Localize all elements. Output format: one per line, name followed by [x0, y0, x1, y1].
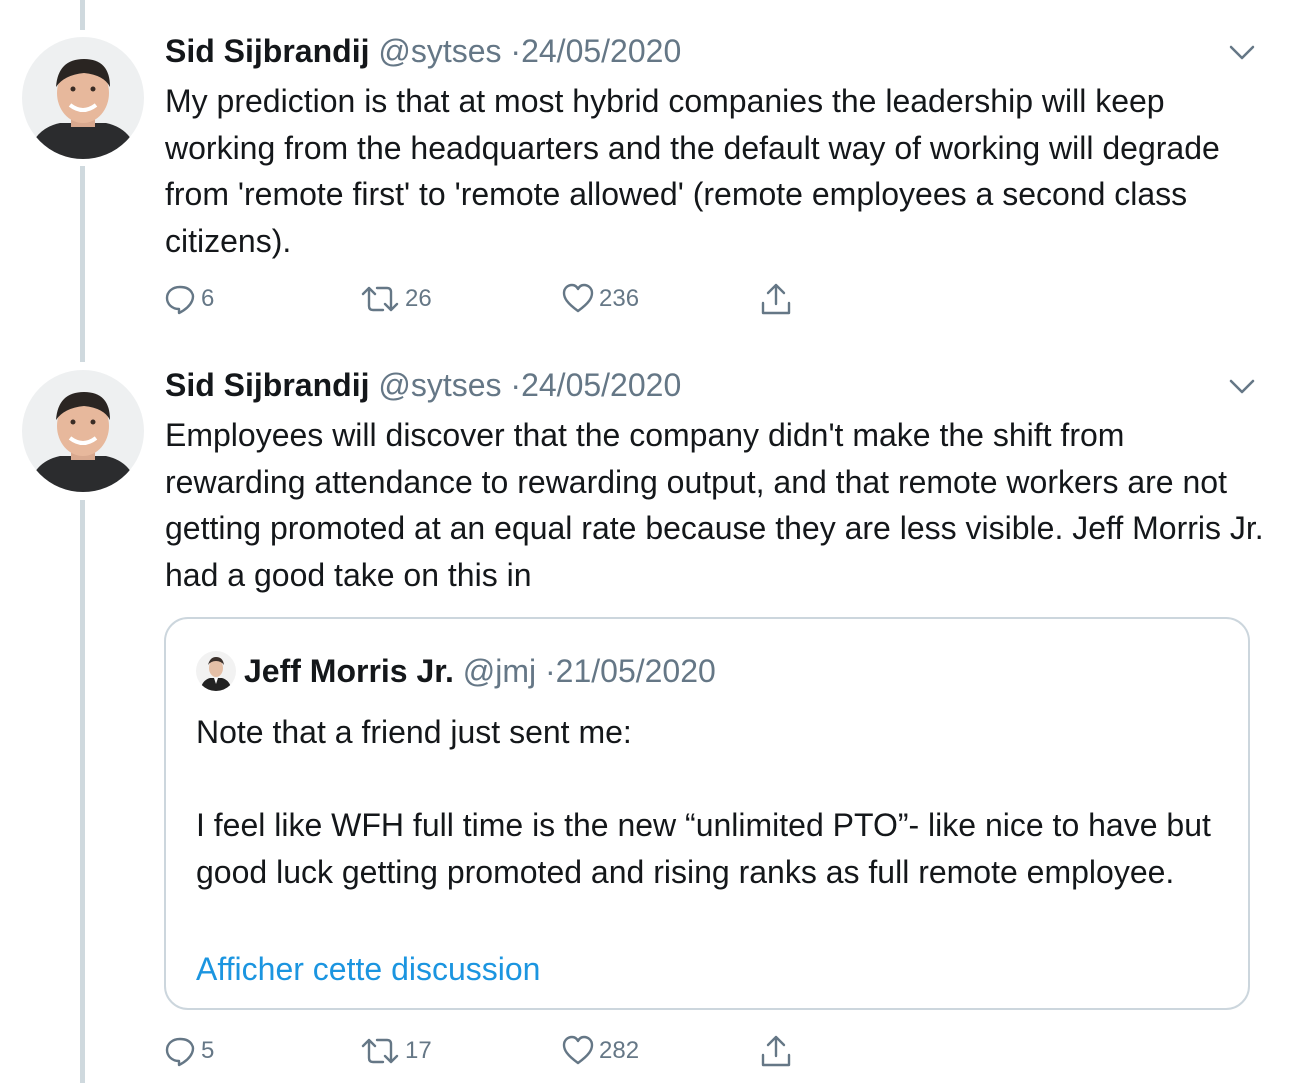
reply-button[interactable]: 6	[163, 279, 214, 319]
share-icon	[759, 281, 793, 317]
quoted-tweet-line: I feel like WFH full time is the new “un…	[196, 807, 1211, 890]
thread-line-bottom	[80, 500, 85, 1083]
author-handle[interactable]: @sytses	[378, 367, 501, 403]
like-icon	[561, 282, 595, 316]
chevron-down-icon[interactable]	[1226, 374, 1258, 398]
retweet-count: 26	[405, 285, 432, 312]
thread-line-top	[80, 0, 85, 30]
like-button[interactable]: 282	[561, 1031, 639, 1071]
tweet-text: Employees will discover that the company…	[165, 417, 1264, 593]
quoted-tweet-text: Note that a friend just sent me: I feel …	[196, 709, 1216, 895]
reply-count: 6	[201, 285, 215, 312]
quoted-tweet[interactable]: Jeff Morris Jr. @jmj ·21/05/2020 Note th…	[164, 617, 1250, 1010]
quoted-avatar[interactable]	[196, 650, 236, 691]
avatar[interactable]	[22, 370, 144, 492]
tweet-header: Sid Sijbrandij @sytses ·24/05/2020	[165, 365, 681, 405]
like-button[interactable]: 236	[561, 279, 639, 319]
quoted-tweet-header: Jeff Morris Jr. @jmj ·21/05/2020	[196, 649, 716, 693]
tweet-date[interactable]: 24/05/2020	[521, 367, 681, 403]
show-thread-link[interactable]: Afficher cette discussion	[196, 949, 540, 989]
quoted-tweet-date[interactable]: 21/05/2020	[556, 653, 716, 689]
tweet-header: Sid Sijbrandij @sytses ·24/05/2020	[165, 31, 681, 71]
reply-icon	[163, 1034, 197, 1068]
reply-button[interactable]: 5	[163, 1031, 214, 1071]
avatar[interactable]	[22, 37, 144, 159]
reply-count: 5	[201, 1037, 215, 1064]
separator: ·	[510, 33, 522, 69]
like-count: 236	[599, 285, 640, 312]
author-name[interactable]: Sid Sijbrandij	[165, 33, 369, 69]
author-handle[interactable]: @sytses	[378, 33, 501, 69]
separator: ·	[510, 367, 522, 403]
tweet-text: My prediction is that at most hybrid com…	[165, 83, 1220, 259]
share-button[interactable]	[759, 279, 793, 319]
author-name[interactable]: Sid Sijbrandij	[165, 367, 369, 403]
thread-line-middle	[80, 166, 85, 362]
quoted-author-name[interactable]: Jeff Morris Jr.	[244, 653, 454, 689]
retweet-icon	[359, 282, 401, 316]
retweet-button[interactable]: 26	[359, 279, 432, 319]
reply-icon	[163, 282, 197, 316]
separator: ·	[545, 653, 556, 689]
chevron-down-icon[interactable]	[1226, 40, 1258, 64]
share-button[interactable]	[759, 1031, 793, 1071]
like-count: 282	[599, 1037, 640, 1064]
quoted-tweet-line: Note that a friend just sent me:	[196, 714, 632, 750]
retweet-icon	[359, 1034, 401, 1068]
retweet-button[interactable]: 17	[359, 1031, 432, 1071]
share-icon	[759, 1033, 793, 1069]
tweet-date[interactable]: 24/05/2020	[521, 33, 681, 69]
like-icon	[561, 1034, 595, 1068]
quoted-author-handle[interactable]: @jmj	[463, 653, 536, 689]
retweet-count: 17	[405, 1037, 432, 1064]
